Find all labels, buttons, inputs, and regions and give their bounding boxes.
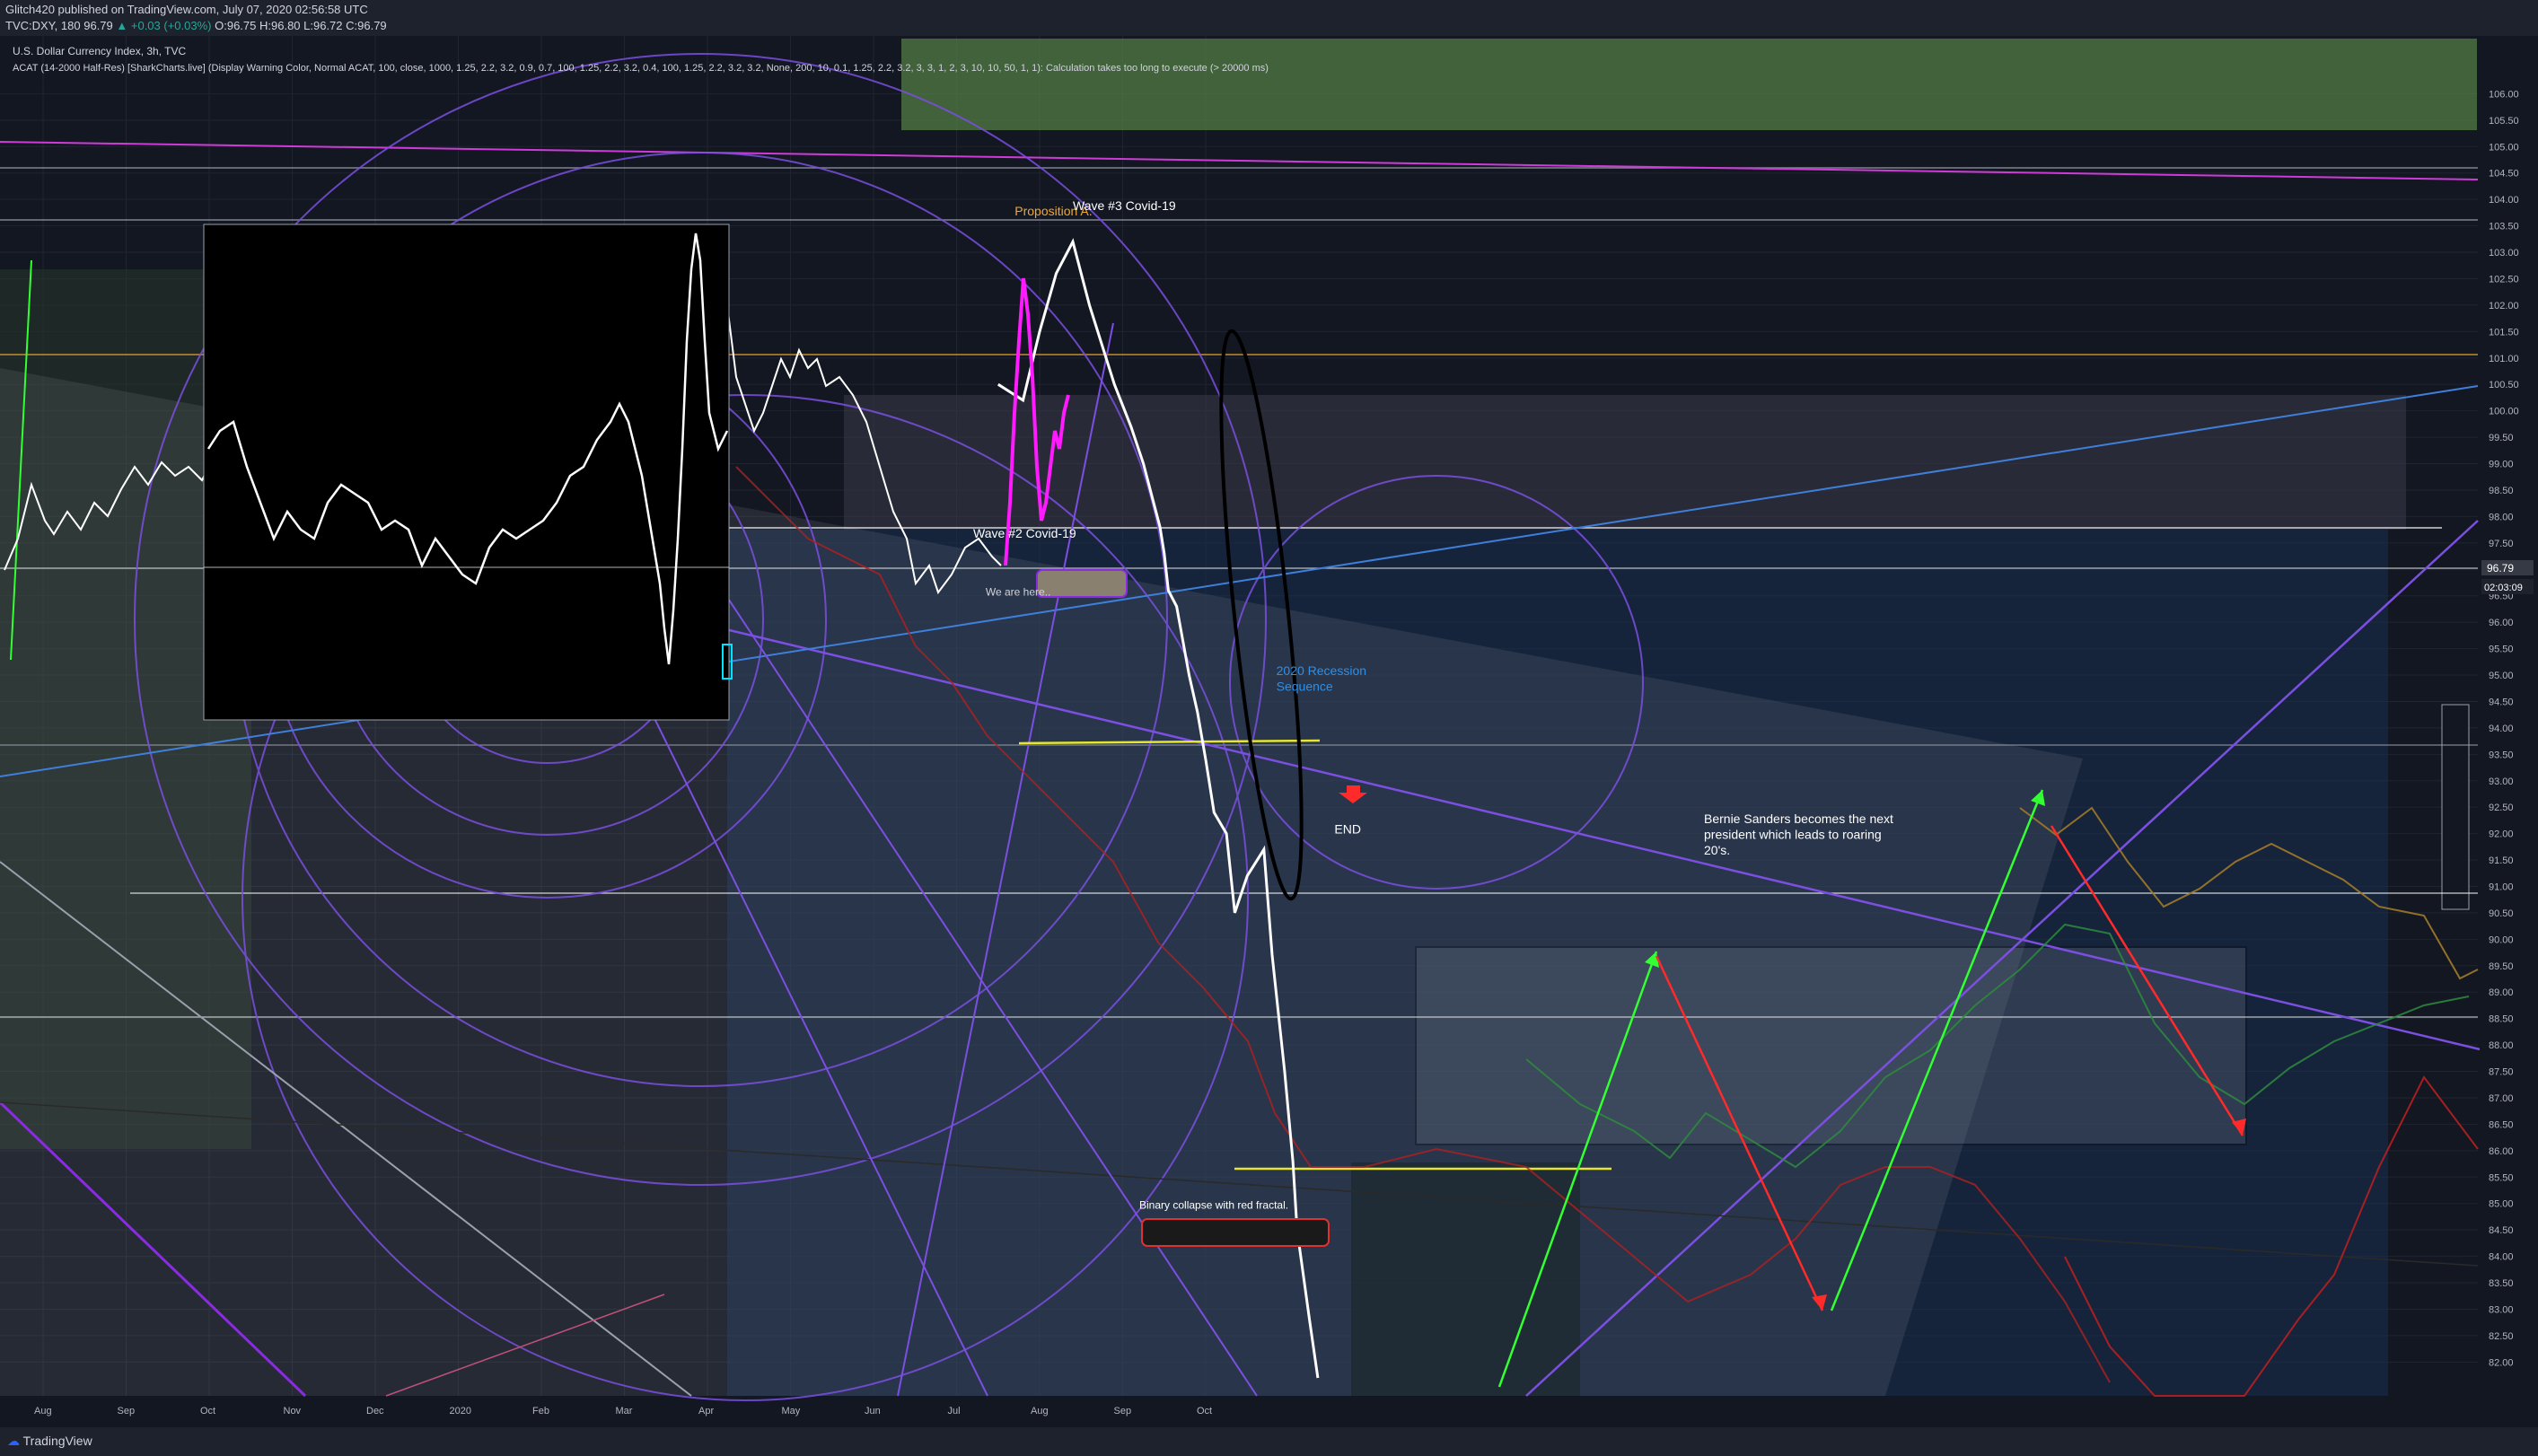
y-tick-label: 93.50 xyxy=(2489,750,2514,760)
y-tick-label: 95.50 xyxy=(2489,645,2514,655)
y-tick-label: 83.50 xyxy=(2489,1278,2514,1289)
y-tick-label: 82.00 xyxy=(2489,1357,2514,1368)
y-tick-label: 88.50 xyxy=(2489,1014,2514,1025)
y-tick-label: 106.00 xyxy=(2489,89,2519,100)
inset-panel xyxy=(203,224,730,721)
price-change: ▲ +0.03 (+0.03%) xyxy=(116,19,212,32)
y-tick-label: 105.50 xyxy=(2489,116,2519,127)
y-tick-label: 90.50 xyxy=(2489,908,2514,919)
y-tick-label: 91.50 xyxy=(2489,855,2514,866)
y-tick-label: 88.00 xyxy=(2489,1040,2514,1051)
x-tick-label: Apr xyxy=(698,1406,714,1417)
y-tick-label: 89.00 xyxy=(2489,987,2514,998)
annotation-here: We are here.. xyxy=(986,586,1050,599)
right-black-box xyxy=(2441,704,2470,910)
y-tick-label: 100.50 xyxy=(2489,380,2519,390)
y-tick-label: 96.00 xyxy=(2489,618,2514,628)
footer-bar xyxy=(0,1427,2538,1456)
annotation-bernie1: Bernie Sanders becomes the next xyxy=(1704,811,1893,826)
y-tick-label: 86.00 xyxy=(2489,1146,2514,1157)
x-tick-label: May xyxy=(782,1406,801,1417)
y-tick-label: 93.00 xyxy=(2489,776,2514,787)
annotation-bernie3: 20's. xyxy=(1704,843,1730,857)
y-tick-label: 99.50 xyxy=(2489,433,2514,443)
binary-callout xyxy=(1141,1218,1330,1247)
y-tick-label: 90.00 xyxy=(2489,934,2514,945)
x-axis: Aug Sep Oct Nov Dec 2020 Feb Mar Apr May Jun Jul Aug… xyxy=(34,1406,1212,1417)
y-tick-label: 97.50 xyxy=(2489,539,2514,549)
x-tick-label: Nov xyxy=(284,1406,302,1417)
y-tick-label: 102.50 xyxy=(2489,274,2519,285)
countdown-value: 02:03:09 xyxy=(2484,583,2523,593)
x-tick-label: Aug xyxy=(34,1406,52,1417)
annotation-recession1: 2020 Recession xyxy=(1277,663,1366,678)
x-tick-label: Aug xyxy=(1031,1406,1049,1417)
y-tick-label: 94.50 xyxy=(2489,697,2514,707)
annotation-wave2: Wave #2 Covid-19 xyxy=(973,526,1076,540)
y-tick-label: 85.50 xyxy=(2489,1172,2514,1183)
tradingview-logo[interactable]: ☁ TradingView xyxy=(7,1434,92,1449)
green-zone xyxy=(901,39,2477,130)
x-tick-label: Dec xyxy=(366,1406,384,1417)
annotation-recession2: Sequence xyxy=(1277,680,1333,694)
publisher-line: Glitch420 published on TradingView.com, … xyxy=(5,3,368,16)
gray-zone xyxy=(844,395,2406,530)
x-tick-label: Jul xyxy=(948,1406,961,1417)
y-tick-label: 84.00 xyxy=(2489,1252,2514,1263)
y-tick-label: 98.00 xyxy=(2489,512,2514,522)
y-tick-label: 82.50 xyxy=(2489,1331,2514,1342)
chart-canvas[interactable]: Proposition A.Wave #3 Covid-19Wave #2 Co… xyxy=(0,36,2538,1427)
annotation-end: END xyxy=(1334,822,1361,837)
y-tick-label: 87.50 xyxy=(2489,1067,2514,1078)
annotation-bernie2: president which leads to roaring xyxy=(1704,828,1882,842)
annotation-binary: Binary collapse with red fractal. xyxy=(1139,1199,1288,1212)
price-badge-value: 96.79 xyxy=(2487,562,2514,575)
x-tick-label: 2020 xyxy=(450,1406,471,1417)
x-tick-label: Sep xyxy=(1114,1406,1132,1417)
y-tick-label: 105.00 xyxy=(2489,142,2519,153)
y-tick-label: 103.00 xyxy=(2489,248,2519,259)
symbol-line: TVC:DXY, 180 96.79 ▲ +0.03 (+0.03%) O:96… xyxy=(5,19,387,32)
y-tick-label: 102.00 xyxy=(2489,301,2519,311)
y-tick-label: 94.00 xyxy=(2489,724,2514,734)
indicator-legend[interactable]: ACAT (14-2000 Half-Res) [SharkCharts.liv… xyxy=(13,63,1269,74)
y-tick-label: 100.00 xyxy=(2489,407,2519,417)
cloud-icon: ☁ xyxy=(7,1434,20,1448)
x-tick-label: Feb xyxy=(532,1406,549,1417)
annotation-wave3: Wave #3 Covid-19 xyxy=(1073,198,1176,213)
y-tick-label: 104.50 xyxy=(2489,169,2519,180)
chart-title: U.S. Dollar Currency Index, 3h, TVC xyxy=(13,45,187,57)
y-tick-label: 85.00 xyxy=(2489,1199,2514,1210)
brand-text: TradingView xyxy=(22,1434,92,1448)
y-tick-label: 92.00 xyxy=(2489,829,2514,840)
x-tick-label: Mar xyxy=(616,1406,633,1417)
y-tick-label: 101.00 xyxy=(2489,354,2519,364)
y-tick-label: 84.50 xyxy=(2489,1225,2514,1236)
x-tick-label: Oct xyxy=(200,1406,215,1417)
x-tick-label: Sep xyxy=(118,1406,136,1417)
symbol-name[interactable]: TVC:DXY, 180 xyxy=(5,19,81,32)
y-tick-label: 101.50 xyxy=(2489,327,2519,338)
dark-column xyxy=(1351,1162,1580,1396)
y-tick-label: 92.50 xyxy=(2489,803,2514,813)
x-tick-label: Oct xyxy=(1197,1406,1212,1417)
y-tick-label: 91.00 xyxy=(2489,882,2514,893)
x-tick-label: Jun xyxy=(865,1406,881,1417)
y-tick-label: 86.50 xyxy=(2489,1119,2514,1130)
y-tick-label: 87.00 xyxy=(2489,1093,2514,1104)
y-tick-label: 95.00 xyxy=(2489,671,2514,681)
y-tick-label: 83.00 xyxy=(2489,1304,2514,1315)
y-tick-label: 98.50 xyxy=(2489,486,2514,496)
ohlc-values: O:96.75 H:96.80 L:96.72 C:96.79 xyxy=(215,19,387,32)
y-tick-label: 103.50 xyxy=(2489,222,2519,232)
y-tick-label: 89.50 xyxy=(2489,961,2514,972)
last-price: 96.79 xyxy=(83,19,113,32)
y-tick-label: 104.00 xyxy=(2489,195,2519,206)
y-tick-label: 99.00 xyxy=(2489,460,2514,470)
